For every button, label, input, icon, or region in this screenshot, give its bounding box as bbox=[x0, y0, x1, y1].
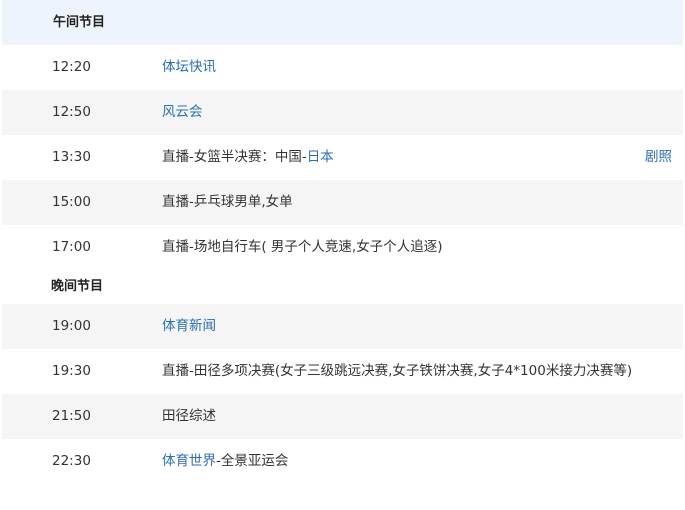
program-time: 12:20 bbox=[52, 59, 91, 75]
program-title: 体育世界-全景亚运会 bbox=[162, 439, 288, 484]
schedule-row: 17:00 直播-场地自行车( 男子个人竞速,女子个人追逐) bbox=[2, 225, 683, 270]
schedule-row: 12:50 风云会 bbox=[2, 90, 683, 135]
tv-schedule: 午间节目 12:20 体坛快讯 12:50 风云会 13:30 直播-女篮半决赛… bbox=[0, 0, 685, 484]
program-time: 19:00 bbox=[52, 318, 91, 334]
program-time: 13:30 bbox=[52, 149, 91, 165]
program-text: 直播-乒乓球男单,女单 bbox=[162, 194, 293, 210]
program-title: 体育新闻 bbox=[162, 304, 216, 349]
program-link[interactable]: 体育世界 bbox=[162, 453, 216, 469]
schedule-row: 12:20 体坛快讯 bbox=[2, 45, 683, 90]
program-time: 17:00 bbox=[52, 239, 91, 255]
stills-link[interactable]: 剧照 bbox=[645, 135, 672, 180]
program-time: 21:50 bbox=[52, 408, 91, 424]
schedule-row: 19:30 直播-田径多项决赛(女子三级跳远决赛,女子铁饼决赛,女子4*100米… bbox=[2, 349, 683, 394]
schedule-row: 15:00 直播-乒乓球男单,女单 bbox=[2, 180, 683, 225]
program-text: -全景亚运会 bbox=[216, 453, 289, 469]
program-title: 直播-场地自行车( 男子个人竞速,女子个人追逐) bbox=[162, 225, 443, 270]
program-title: 田径综述 bbox=[162, 394, 216, 439]
team-link[interactable]: 日本 bbox=[307, 149, 334, 165]
program-title: 风云会 bbox=[162, 90, 203, 135]
program-text: 直播-田径多项决赛(女子三级跳远决赛,女子铁饼决赛,女子4*100米接力决赛等) bbox=[162, 363, 633, 379]
program-text: 直播-女篮半决赛：中国- bbox=[162, 149, 307, 165]
program-time: 22:30 bbox=[52, 453, 91, 469]
program-time: 19:30 bbox=[52, 363, 91, 379]
program-title: 直播-女篮半决赛：中国-日本 bbox=[162, 135, 334, 180]
section-header-evening: 晚间节目 bbox=[51, 279, 104, 294]
program-link[interactable]: 体坛快讯 bbox=[162, 59, 216, 75]
program-link[interactable]: 体育新闻 bbox=[162, 318, 216, 334]
program-time: 12:50 bbox=[52, 104, 91, 120]
schedule-row: 22:30 体育世界-全景亚运会 bbox=[2, 439, 683, 484]
schedule-row: 19:00 体育新闻 bbox=[2, 304, 683, 349]
schedule-row: 13:30 直播-女篮半决赛：中国-日本 剧照 bbox=[2, 135, 683, 180]
program-text: 田径综述 bbox=[162, 408, 216, 424]
program-title: 直播-田径多项决赛(女子三级跳远决赛,女子铁饼决赛,女子4*100米接力决赛等) bbox=[162, 349, 632, 394]
program-title: 直播-乒乓球男单,女单 bbox=[162, 180, 293, 225]
program-link[interactable]: 风云会 bbox=[162, 104, 203, 120]
program-text: 直播-场地自行车( 男子个人竞速,女子个人追逐) bbox=[162, 239, 443, 255]
program-title: 体坛快讯 bbox=[162, 45, 216, 90]
section-header-noon: 午间节目 bbox=[2, 0, 683, 45]
schedule-row: 21:50 田径综述 bbox=[2, 394, 683, 439]
program-time: 15:00 bbox=[52, 194, 91, 210]
